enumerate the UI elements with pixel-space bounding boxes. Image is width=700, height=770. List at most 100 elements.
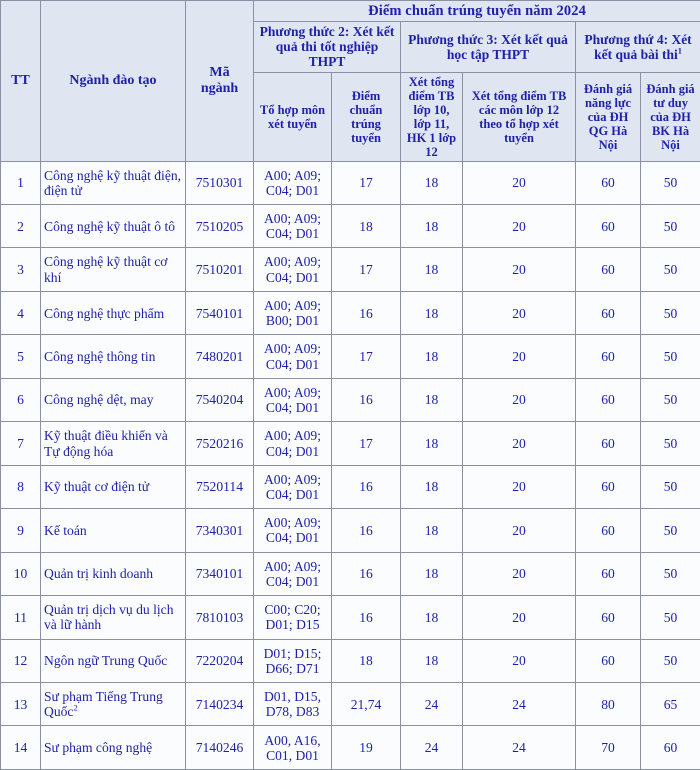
- cell-major-code: 7340101: [185, 551, 254, 597]
- cell-avg-grade-10-11-12: 24: [400, 681, 463, 727]
- cell-avg-grade-10-11-12: 18: [400, 160, 463, 206]
- cell-competency-test-vnu: 60: [575, 160, 641, 206]
- cell-thinking-test-hust: 50: [639, 551, 700, 597]
- cell-major-code: 7340301: [185, 508, 254, 553]
- cell-subject-combination: D01; D15; D66; D71: [253, 638, 332, 684]
- cell-competency-test-vnu: 60: [575, 290, 641, 336]
- cell-row-index: 2: [0, 204, 41, 249]
- cell-competency-test-vnu: 60: [575, 204, 641, 249]
- cell-major-name: Quản trị dịch vụ du lịch và lữ hành: [40, 595, 186, 640]
- cell-row-index: 10: [0, 551, 41, 597]
- cell-subject-combination: C00; C20; D01; D15: [253, 595, 332, 640]
- cell-row-index: 7: [0, 421, 41, 466]
- table-row: 10 Quản trị kinh doanh 7340101 A00; A09; C0…: [0, 551, 700, 597]
- cell-thinking-test-hust: 60: [639, 725, 700, 770]
- header-row-title: TT Ngành đào tạo Mã ngành Điểm chuẩn trú…: [0, 0, 700, 162]
- cell-avg-grade-10-11-12: 18: [400, 377, 463, 423]
- cell-thinking-test-hust: 50: [639, 377, 700, 423]
- cell-benchmark-score: 18: [331, 638, 401, 684]
- cell-avg-grade-12: 20: [462, 551, 576, 597]
- cell-avg-grade-10-11-12: 18: [400, 247, 463, 292]
- cell-major-name: Công nghệ dệt, may: [40, 377, 186, 423]
- cell-major-code: 7540101: [185, 290, 254, 336]
- cell-thinking-test-hust: 50: [639, 464, 700, 510]
- column-header-competency-test-vnu: Đánh giá năng lực của ĐH QG Hà Nội: [575, 71, 641, 162]
- table-row: 13 Sư phạm Tiếng Trung Quốc2 7140234 D01, D…: [0, 681, 700, 727]
- table-row: 8 Kỹ thuật cơ điện tử 7520114 A00; A09; C04…: [0, 464, 700, 510]
- cell-subject-combination: A00; A09; C04; D01: [253, 508, 332, 553]
- cell-competency-test-vnu: 60: [575, 551, 641, 597]
- table-row: 7 Kỹ thuật điều khiển và Tự động hóa 75202…: [0, 421, 700, 466]
- cell-avg-grade-12: 20: [462, 421, 576, 466]
- cell-avg-grade-12: 20: [462, 377, 576, 423]
- column-header-avg-grade-10-11-12: Xét tổng điểm TB lớp 10, lớp 11, HK 1 lớ…: [400, 71, 463, 162]
- column-header-avg-grade-12: Xét tổng điểm TB các môn lớp 12 theo tổ …: [462, 71, 576, 162]
- method-4-label: Phương thứ 4: Xét kết quả bài thi: [584, 31, 692, 62]
- cell-avg-grade-10-11-12: 18: [400, 595, 463, 640]
- cell-row-index: 4: [0, 290, 41, 336]
- table-row: 6 Công nghệ dệt, may 7540204 A00; A09; C04;…: [0, 377, 700, 423]
- table-row: 2 Công nghệ kỹ thuật ô tô 7510205 A00; A09;…: [0, 204, 700, 249]
- cell-avg-grade-12: 20: [462, 204, 576, 249]
- cell-subject-combination: D01, D15, D78, D83: [253, 681, 332, 727]
- table-row: 11 Quản trị dịch vụ du lịch và lữ hành 781…: [0, 595, 700, 640]
- cell-benchmark-score: 17: [331, 247, 401, 292]
- cell-avg-grade-10-11-12: 18: [400, 290, 463, 336]
- cell-avg-grade-12: 20: [462, 160, 576, 206]
- cell-benchmark-score: 16: [331, 290, 401, 336]
- cell-major-name: Kỹ thuật điều khiển và Tự động hóa: [40, 421, 186, 466]
- cell-thinking-test-hust: 50: [639, 160, 700, 206]
- cell-subject-combination: A00; A09; C04; D01: [253, 247, 332, 292]
- cell-thinking-test-hust: 50: [639, 638, 700, 684]
- cell-benchmark-score: 18: [331, 204, 401, 249]
- cell-major-name: Sư phạm Tiếng Trung Quốc2: [40, 681, 186, 727]
- cell-avg-grade-12: 20: [462, 595, 576, 640]
- cell-thinking-test-hust: 50: [639, 334, 700, 379]
- cell-row-index: 3: [0, 247, 41, 292]
- cell-avg-grade-10-11-12: 18: [400, 204, 463, 249]
- column-header-benchmark-score: Điểm chuẩn trúng tuyển: [331, 71, 401, 162]
- cell-benchmark-score: 16: [331, 377, 401, 423]
- cell-subject-combination: A00; A09; C04; D01: [253, 334, 332, 379]
- cell-avg-grade-12: 20: [462, 290, 576, 336]
- admission-score-table: TT Ngành đào tạo Mã ngành Điểm chuẩn trú…: [0, 0, 700, 770]
- column-header-tt: TT: [0, 0, 41, 162]
- cell-major-code: 7520114: [185, 464, 254, 510]
- cell-avg-grade-10-11-12: 24: [400, 725, 463, 770]
- cell-benchmark-score: 17: [331, 334, 401, 379]
- cell-benchmark-score: 16: [331, 551, 401, 597]
- cell-competency-test-vnu: 80: [575, 681, 641, 727]
- cell-avg-grade-10-11-12: 18: [400, 421, 463, 466]
- cell-avg-grade-12: 20: [462, 334, 576, 379]
- major-name-footnote-marker: 2: [73, 702, 78, 713]
- cell-benchmark-score: 16: [331, 595, 401, 640]
- cell-subject-combination: A00; A09; C04; D01: [253, 204, 332, 249]
- table-row: 4 Công nghệ thực phẩm 7540101 A00; A09; B00…: [0, 290, 700, 336]
- cell-major-code: 7140246: [185, 725, 254, 770]
- cell-competency-test-vnu: 60: [575, 638, 641, 684]
- cell-benchmark-score: 19: [331, 725, 401, 770]
- cell-competency-test-vnu: 60: [575, 334, 641, 379]
- column-header-method-4: Phương thứ 4: Xét kết quả bài thi1: [574, 21, 700, 73]
- cell-avg-grade-12: 24: [462, 725, 576, 770]
- table-row: 5 Công nghệ thông tin 7480201 A00; A09; C04…: [0, 334, 700, 379]
- table-row: 14 Sư phạm công nghệ 7140246 A00, A16, C01,…: [0, 725, 700, 770]
- cell-avg-grade-12: 20: [462, 638, 576, 684]
- cell-avg-grade-12: 20: [462, 508, 576, 553]
- cell-row-index: 9: [0, 508, 41, 553]
- cell-major-name: Kế toán: [40, 508, 186, 553]
- cell-thinking-test-hust: 50: [639, 508, 700, 553]
- table-row: 3 Công nghệ kỹ thuật cơ khí 7510201 A00; A0…: [0, 247, 700, 292]
- method-4-footnote-marker: 1: [677, 46, 682, 56]
- cell-subject-combination: A00; A09; C04; D01: [253, 377, 332, 423]
- column-header-subject-combination: Tổ hợp môn xét tuyển: [253, 71, 332, 162]
- cell-major-name: Công nghệ thông tin: [40, 334, 186, 379]
- cell-avg-grade-10-11-12: 18: [400, 464, 463, 510]
- cell-competency-test-vnu: 70: [575, 725, 641, 770]
- cell-row-index: 5: [0, 334, 41, 379]
- cell-row-index: 12: [0, 638, 41, 684]
- cell-major-code: 7520216: [185, 421, 254, 466]
- cell-thinking-test-hust: 65: [639, 681, 700, 727]
- cell-major-code: 7510201: [185, 247, 254, 292]
- cell-thinking-test-hust: 50: [639, 204, 700, 249]
